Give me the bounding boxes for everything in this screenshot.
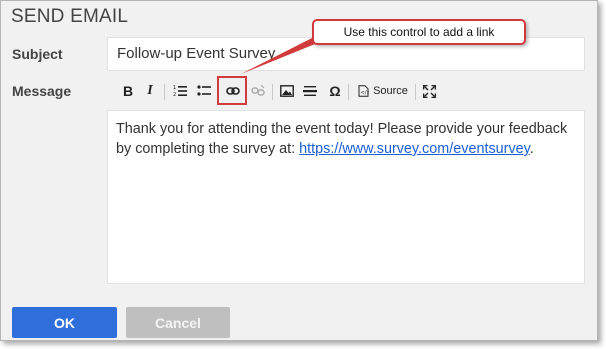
image-icon[interactable] — [278, 77, 296, 105]
send-email-dialog: SEND EMAIL Subject Follow-up Event Surve… — [0, 0, 598, 341]
italic-button[interactable]: I — [143, 77, 157, 105]
link-control-highlight — [217, 76, 247, 105]
dialog-title: SEND EMAIL — [11, 6, 129, 27]
toolbar-separator — [272, 84, 273, 100]
survey-link[interactable]: https://www.survey.com/eventsurvey — [299, 141, 530, 157]
svg-text:2: 2 — [173, 92, 176, 98]
source-label: Source — [373, 85, 408, 97]
svg-text:1: 1 — [173, 85, 176, 91]
message-text-end: . — [529, 141, 534, 157]
toolbar-separator — [415, 84, 416, 100]
cancel-button[interactable]: Cancel — [126, 307, 230, 338]
callout-text: Use this control to add a link — [343, 25, 495, 39]
bulleted-list-icon[interactable] — [195, 77, 213, 105]
subject-label: Subject — [12, 46, 63, 62]
numbered-list-icon[interactable]: 12 — [171, 77, 189, 105]
toolbar-separator — [164, 84, 165, 100]
toolbar-separator — [348, 84, 349, 100]
special-character-icon[interactable]: Ω — [326, 77, 344, 105]
unlink-icon[interactable] — [249, 77, 267, 105]
bold-button[interactable]: B — [120, 77, 136, 105]
source-button[interactable]: </> Source — [356, 77, 410, 105]
callout-box: Use this control to add a link — [312, 19, 526, 45]
ok-button[interactable]: OK — [12, 307, 117, 338]
message-label: Message — [12, 83, 72, 99]
svg-text:</>: </> — [360, 90, 369, 96]
horizontal-line-icon[interactable] — [301, 77, 319, 105]
maximize-icon[interactable] — [420, 77, 438, 105]
editor-toolbar: B I 12 Ω </> Source — [107, 77, 585, 107]
message-editor[interactable]: Thank you for attending the event today!… — [107, 110, 585, 284]
